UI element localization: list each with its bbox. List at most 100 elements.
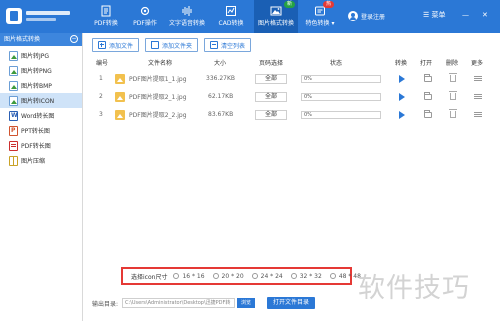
hot-badge: 热 — [322, 1, 334, 8]
image-file-icon — [9, 80, 18, 91]
new-badge: 新 — [283, 1, 295, 8]
col-size: 大小 — [213, 60, 226, 67]
add-folder-label: 添加文件夹 — [162, 42, 193, 50]
tab-cad-convert[interactable]: CAD转换 — [213, 0, 249, 33]
size-option-16[interactable]: 16 * 16 — [173, 272, 205, 280]
folder-icon — [151, 41, 160, 49]
radio-icon — [251, 273, 258, 279]
trash-icon — [449, 91, 457, 100]
output-row: 输出目录: C:\Users\Administrator\Desktop\迅捷P… — [92, 297, 316, 309]
open-button[interactable] — [424, 88, 432, 105]
minimize-button[interactable]: — — [462, 9, 469, 21]
file-name: PDF图片提取1_1.jpg — [129, 76, 187, 83]
page-select-value: 全部 — [255, 73, 287, 84]
size-option-label: 16 * 16 — [182, 272, 205, 280]
sidebar-item-label: Word转长图 — [21, 113, 55, 120]
more-button[interactable] — [474, 88, 482, 105]
page-select[interactable]: 全部 — [255, 106, 287, 123]
add-file-icon — [98, 41, 106, 49]
output-path-field[interactable]: C:\Users\Administrator\Desktop\迅捷PDF转 — [122, 298, 236, 308]
tab-label: CAD转换 — [218, 20, 244, 27]
tab-pdf-operate[interactable]: PDF操作 — [127, 0, 163, 33]
page-select-value: 全部 — [255, 91, 287, 102]
tab-label: 图片格式转换 — [257, 20, 294, 27]
tab-text-voice[interactable]: 文字语音转换 — [164, 0, 210, 33]
sidebar-item-compress[interactable]: 图片压缩 — [0, 153, 82, 168]
browse-button[interactable]: 浏览 — [237, 298, 256, 308]
page-select[interactable]: 全部 — [255, 88, 287, 105]
close-icon: ✕ — [482, 11, 488, 19]
sidebar-item-pdf-long[interactable]: PDF转长图 — [0, 138, 82, 153]
sidebar-item-label: 图片转ICON — [21, 98, 55, 105]
login-link[interactable]: 登录注册 — [348, 10, 385, 22]
sidebar-item-to-jpg[interactable]: 图片转JPG — [0, 48, 82, 63]
app-logo — [6, 7, 70, 25]
image-icon — [270, 5, 282, 17]
size-option-32[interactable]: 32 * 32 — [290, 273, 322, 280]
progress-bar: 0% — [301, 110, 381, 119]
sidebar-item-ppt-long[interactable]: PPT转长图 — [0, 123, 82, 138]
tab-feature-convert[interactable]: 热 特色转换 ▾ — [300, 0, 340, 33]
more-icon — [474, 93, 482, 100]
sidebar-item-word-long[interactable]: Word转长图 — [0, 108, 82, 123]
play-icon — [399, 74, 405, 83]
folder-icon — [424, 109, 432, 118]
file-name-cell: PDF图片提取2_1.jpg — [115, 88, 187, 105]
table-row[interactable]: 2 PDF图片提取2_1.jpg 62.17KB 全部 0% — [84, 88, 500, 105]
convert-button[interactable] — [399, 88, 405, 105]
close-button[interactable]: ✕ — [482, 9, 488, 21]
more-button[interactable] — [474, 70, 482, 87]
sidebar-item-to-png[interactable]: 图片转PNG — [0, 63, 82, 78]
row-index: 1 — [99, 75, 103, 82]
add-file-label: 添加文件 — [109, 42, 134, 50]
open-output-folder-button[interactable]: 打开文件目录 — [267, 297, 316, 309]
table-row[interactable]: 3 PDF图片提取2_2.jpg 83.67KB 全部 0% — [84, 106, 500, 123]
delete-button[interactable] — [449, 88, 457, 105]
convert-button[interactable] — [399, 70, 405, 87]
delete-button[interactable] — [449, 106, 457, 123]
play-icon — [399, 110, 405, 119]
size-option-label: 20 * 20 — [221, 272, 244, 280]
clear-list-button[interactable]: 清空列表 — [204, 38, 252, 52]
size-option-48[interactable]: 48 * 48 — [329, 273, 361, 280]
play-icon — [399, 92, 405, 101]
file-size: 62.17KB — [208, 93, 234, 100]
add-file-button[interactable]: 添加文件 — [92, 38, 140, 52]
file-name: PDF图片提取2_2.jpg — [129, 112, 187, 119]
login-label: 登录注册 — [361, 13, 386, 21]
more-button[interactable] — [474, 106, 482, 123]
page-select-value: 全部 — [255, 109, 287, 120]
open-button[interactable] — [424, 106, 432, 123]
tab-label: 特色转换 ▾ — [305, 20, 335, 27]
tab-pdf-convert[interactable]: PDF转换 — [88, 0, 124, 33]
folder-icon — [424, 91, 432, 100]
table-row[interactable]: 1 PDF图片提取1_1.jpg 336.27KB 全部 0% — [84, 70, 500, 87]
gear-icon — [139, 5, 151, 17]
ppt-file-icon — [9, 125, 18, 136]
sidebar-item-to-bmp[interactable]: 图片转BMP — [0, 78, 82, 93]
sidebar-item-to-icon[interactable]: 图片转ICON — [0, 93, 82, 108]
collapse-icon[interactable]: − — [70, 35, 78, 43]
sidebar: 图片格式转换 − 图片转JPG 图片转PNG 图片转BMP 图片转ICON Wo… — [0, 33, 83, 321]
sidebar-item-label: PPT转长图 — [21, 128, 50, 135]
convert-button[interactable] — [399, 106, 405, 123]
pdf-file-icon — [9, 140, 18, 151]
size-option-20[interactable]: 20 * 20 — [212, 272, 244, 280]
word-file-icon — [9, 110, 18, 121]
radio-icon — [212, 273, 219, 279]
action-bar: 添加文件 添加文件夹 清空列表 — [92, 38, 252, 52]
tab-image-format[interactable]: 新 图片格式转换 — [254, 0, 298, 33]
file-size: 83.67KB — [208, 111, 234, 118]
audio-wave-icon — [181, 5, 193, 17]
page-select[interactable]: 全部 — [255, 70, 287, 87]
size-option-24[interactable]: 24 * 24 — [251, 272, 283, 280]
add-folder-button[interactable]: 添加文件夹 — [145, 38, 199, 52]
row-index: 2 — [99, 93, 103, 100]
col-more: 更多 — [470, 60, 483, 67]
size-option-label: 24 * 24 — [260, 272, 283, 280]
menu-label: 菜单 — [431, 11, 446, 19]
open-button[interactable] — [424, 70, 432, 87]
icon-size-selector: 选择icon尺寸 16 * 16 20 * 20 24 * 24 32 * 32… — [121, 267, 361, 285]
menu-button[interactable]: ☰ 菜单 — [423, 9, 446, 21]
delete-button[interactable] — [449, 70, 457, 87]
